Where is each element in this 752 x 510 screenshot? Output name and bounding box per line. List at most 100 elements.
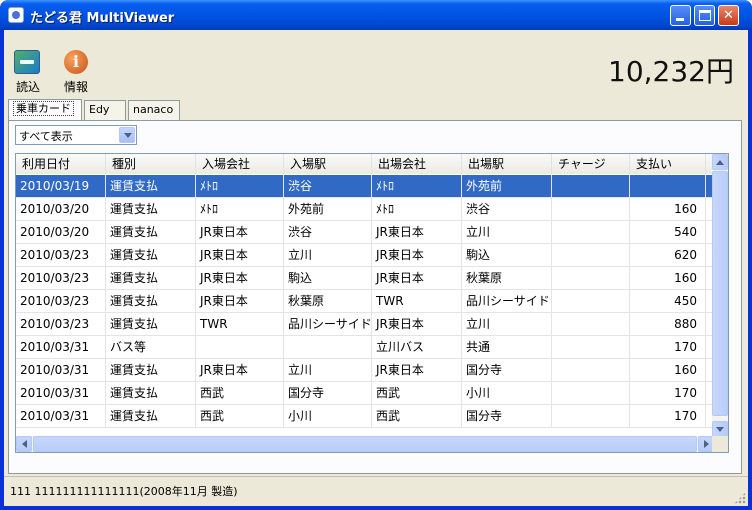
cell-exit-station: 秋葉原 [462, 267, 552, 290]
cell-charge [552, 382, 630, 405]
cell-type: 運賃支払 [106, 175, 196, 198]
vertical-scrollbar[interactable] [712, 154, 728, 437]
column-header-type[interactable]: 種別 [106, 154, 196, 174]
window-title: たどる君 MultiViewer [30, 11, 175, 26]
table-row[interactable]: 2010/03/31 運賃支払 西武 小川 西武 国分寺 170 [16, 405, 726, 428]
table-row[interactable]: 2010/03/23 運賃支払 JR東日本 駒込 JR東日本 秋葉原 160 [16, 267, 726, 290]
tab-label: nanaco [133, 103, 174, 116]
cell-exit-company: TWR [372, 290, 462, 313]
vertical-scroll-thumb[interactable] [712, 171, 728, 416]
app-window: たどる君 MultiViewer ✕ 読込 i 情報 10,232円 乗車カード… [0, 0, 752, 510]
cell-entry-company: JR東日本 [196, 290, 284, 313]
cell-entry-company: ﾒﾄﾛ [196, 175, 284, 198]
info-button[interactable]: i 情報 [58, 50, 94, 94]
cell-entry-station: 国分寺 [284, 382, 372, 405]
column-header-date[interactable]: 利用日付 [16, 154, 106, 174]
cell-payment: 170 [630, 405, 706, 428]
table-row[interactable]: 2010/03/23 運賃支払 JR東日本 秋葉原 TWR 品川シーサイド 450 [16, 290, 726, 313]
cell-payment: 160 [630, 267, 706, 290]
table-row[interactable]: 2010/03/31 バス等 立川バス 共通 170 [16, 336, 726, 359]
title-bar[interactable]: たどる君 MultiViewer ✕ [0, 0, 752, 30]
cell-type: 運賃支払 [106, 221, 196, 244]
cell-date: 2010/03/19 [16, 175, 106, 198]
cell-date: 2010/03/23 [16, 244, 106, 267]
cell-payment: 160 [630, 198, 706, 221]
cell-exit-station: 共通 [462, 336, 552, 359]
cell-date: 2010/03/23 [16, 267, 106, 290]
cell-charge [552, 267, 630, 290]
cell-entry-company: 西武 [196, 405, 284, 428]
table-row[interactable]: 2010/03/19 運賃支払 ﾒﾄﾛ 渋谷 ﾒﾄﾛ 外苑前 [16, 175, 726, 198]
read-button[interactable]: 読込 [10, 50, 46, 94]
cell-exit-station: 立川 [462, 313, 552, 336]
table-row[interactable]: 2010/03/31 運賃支払 西武 国分寺 西武 小川 170 [16, 382, 726, 405]
cell-charge [552, 290, 630, 313]
filter-dropdown[interactable]: すべて表示 [15, 125, 137, 145]
cell-charge [552, 198, 630, 221]
minimize-button[interactable] [670, 5, 691, 26]
column-header-payment[interactable]: 支払い [630, 154, 706, 174]
cell-entry-company: ﾒﾄﾛ [196, 198, 284, 221]
cell-entry-station: 外苑前 [284, 198, 372, 221]
cell-date: 2010/03/31 [16, 382, 106, 405]
tab-label: Edy [89, 103, 110, 116]
maximize-icon [699, 10, 711, 21]
cell-exit-station: 外苑前 [462, 175, 552, 198]
scroll-down-button[interactable] [712, 421, 728, 437]
felica-card-icon [14, 50, 40, 74]
cell-exit-company: JR東日本 [372, 221, 462, 244]
table-row[interactable]: 2010/03/23 運賃支払 TWR 品川シーサイド JR東日本 立川 880 [16, 313, 726, 336]
scroll-left-button[interactable] [16, 436, 32, 452]
cell-payment: 170 [630, 336, 706, 359]
cell-exit-company: JR東日本 [372, 244, 462, 267]
cell-exit-station: 国分寺 [462, 359, 552, 382]
toolbar: 読込 i 情報 10,232円 [4, 30, 748, 94]
cell-entry-station: 渋谷 [284, 175, 372, 198]
cell-entry-company: JR東日本 [196, 244, 284, 267]
status-card-info: 111 111111111111111(2008年11月 製造) [10, 485, 238, 498]
cell-exit-station: 小川 [462, 382, 552, 405]
maximize-button[interactable] [694, 5, 715, 26]
column-header-exit-station[interactable]: 出場駅 [462, 154, 552, 174]
tab-transit-card[interactable]: 乗車カード [8, 99, 82, 121]
info-icon: i [64, 50, 88, 74]
resize-grip-icon[interactable] [734, 492, 746, 504]
history-table: 利用日付種別入場会社入場駅出場会社出場駅チャージ支払い残 2010/03/19運… [15, 153, 729, 453]
close-button[interactable]: ✕ [718, 5, 739, 26]
table-row[interactable]: 2010/03/20 運賃支払 JR東日本 渋谷 JR東日本 立川 540 [16, 221, 726, 244]
cell-type: 運賃支払 [106, 359, 196, 382]
horizontal-scrollbar[interactable] [16, 436, 728, 452]
tab-edy[interactable]: Edy [84, 100, 126, 120]
cell-entry-company: JR東日本 [196, 267, 284, 290]
cell-payment: 880 [630, 313, 706, 336]
cell-payment: 540 [630, 221, 706, 244]
column-header-entry-company[interactable]: 入場会社 [196, 154, 284, 174]
close-icon: ✕ [723, 8, 734, 23]
horizontal-scroll-thumb[interactable] [33, 436, 697, 452]
cell-date: 2010/03/23 [16, 290, 106, 313]
cell-entry-station: 立川 [284, 244, 372, 267]
window-frame-right [748, 30, 752, 510]
column-header-exit-company[interactable]: 出場会社 [372, 154, 462, 174]
table-header: 利用日付種別入場会社入場駅出場会社出場駅チャージ支払い残 [16, 154, 726, 174]
table-row[interactable]: 2010/03/31 運賃支払 JR東日本 立川 JR東日本 国分寺 160 [16, 359, 726, 382]
tab-nanaco[interactable]: nanaco [128, 100, 180, 120]
client-area: 読込 i 情報 10,232円 乗車カード Edy nanaco すべて表示 利… [4, 30, 748, 506]
column-header-entry-station[interactable]: 入場駅 [284, 154, 372, 174]
cell-exit-station: 品川シーサイド [462, 290, 552, 313]
scroll-up-button[interactable] [712, 154, 728, 170]
cell-exit-company: 西武 [372, 405, 462, 428]
cell-entry-station: 駒込 [284, 267, 372, 290]
chevron-down-icon[interactable] [119, 127, 135, 143]
cell-date: 2010/03/31 [16, 336, 106, 359]
cell-entry-station: 秋葉原 [284, 290, 372, 313]
cell-exit-company: ﾒﾄﾛ [372, 198, 462, 221]
cell-entry-company: JR東日本 [196, 221, 284, 244]
cell-charge [552, 313, 630, 336]
table-row[interactable]: 2010/03/23 運賃支払 JR東日本 立川 JR東日本 駒込 620 [16, 244, 726, 267]
cell-payment: 170 [630, 382, 706, 405]
cell-payment [630, 175, 706, 198]
column-header-charge[interactable]: チャージ [552, 154, 630, 174]
table-row[interactable]: 2010/03/20 運賃支払 ﾒﾄﾛ 外苑前 ﾒﾄﾛ 渋谷 160 [16, 198, 726, 221]
cell-charge [552, 221, 630, 244]
